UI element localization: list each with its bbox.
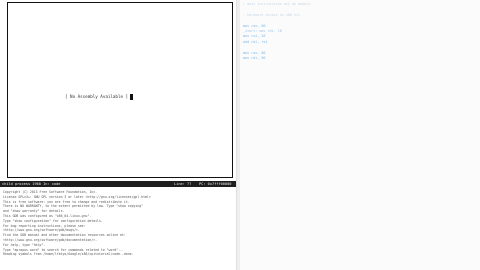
assembly-window[interactable]: [ No Assembly Available ] (7, 2, 233, 178)
code-line: mov rdi, 00 (243, 56, 266, 60)
status-bar: child process 1960 In: code Line: ?? PC:… (0, 181, 236, 187)
code-editor[interactable]: ; most instructions act on memory ; hard… (241, 0, 480, 270)
assembly-message: [ No Assembly Available ] (65, 94, 134, 100)
code-line: ; hardware access on x86 etc. (243, 12, 303, 17)
code-line: ; most instructions act on memory (243, 2, 311, 6)
vertical-scrollbar[interactable] (236, 0, 240, 270)
status-line: Line: ?? (174, 182, 192, 186)
code-line: add rdi, rsi (243, 39, 268, 44)
gdb-console[interactable]: Copyright (C) 2013 Free Software Foundat… (3, 190, 233, 257)
assembly-message-text: [ No Assembly Available ] (65, 94, 129, 99)
text-cursor (130, 94, 134, 100)
status-pc: PC: 0x7fff00000 (199, 182, 232, 186)
console-line: Reading symbols from /home/lfatyo/Google… (3, 252, 134, 257)
status-process: child process 1960 In: code (2, 182, 61, 186)
debugger-pane: [ No Assembly Available ] child process … (0, 0, 236, 270)
